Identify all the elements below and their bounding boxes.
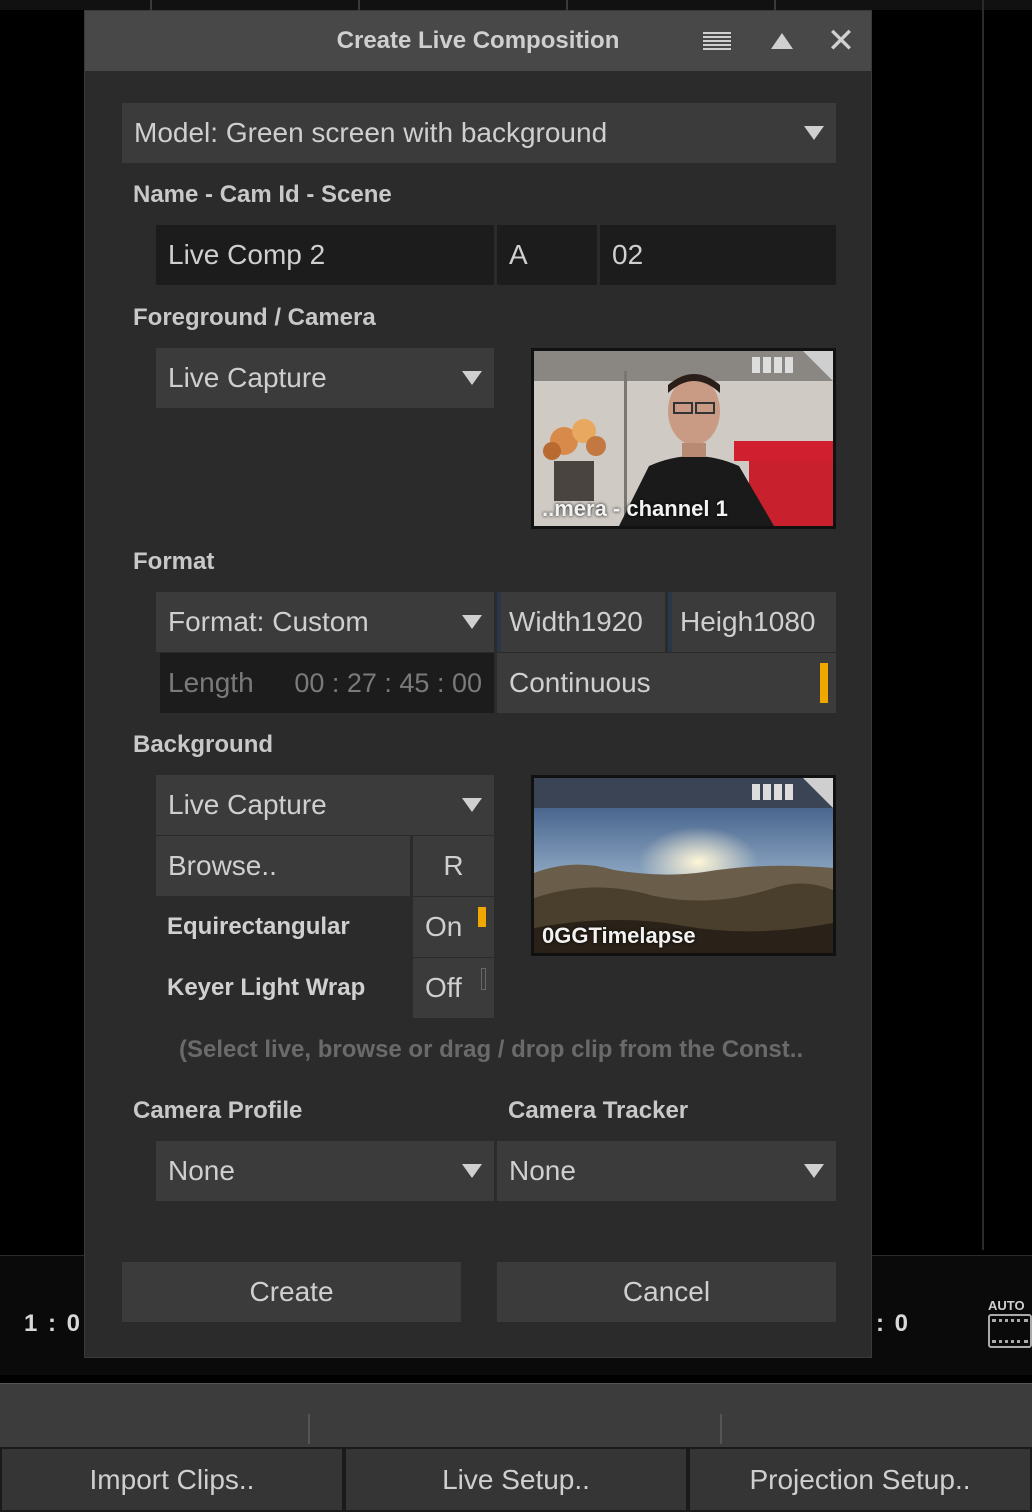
camera-tracker-value: None xyxy=(509,1155,576,1186)
equirect-toggle[interactable]: On xyxy=(413,897,494,957)
length-value: 00 : 27 : 45 : 00 xyxy=(294,667,482,698)
model-select-value: Model: Green screen with background xyxy=(134,117,608,148)
scene-value: 02 xyxy=(612,239,644,270)
continuous-label: Continuous xyxy=(509,667,651,698)
chevron-down-icon xyxy=(804,1164,824,1178)
width-value: 1920 xyxy=(580,606,643,637)
field-marker xyxy=(156,653,160,713)
close-icon[interactable]: ✕ xyxy=(825,24,857,58)
panel-divider xyxy=(308,1414,310,1444)
camera-profile-label: Camera Profile xyxy=(133,1097,303,1124)
foreground-source-value: Live Capture xyxy=(168,362,327,393)
ruler-tick xyxy=(358,0,360,10)
panel-divider xyxy=(720,1414,722,1444)
height-field[interactable]: Heigh 1080 xyxy=(668,592,836,652)
format-select-value: Format: Custom xyxy=(168,606,369,637)
timecode-left: 1 : 0 xyxy=(24,1310,83,1337)
chevron-down-icon xyxy=(462,1164,482,1178)
length-label: Length xyxy=(168,667,254,698)
cancel-button[interactable]: Cancel xyxy=(497,1262,836,1322)
height-value: 1080 xyxy=(753,606,816,637)
chevron-down-icon xyxy=(462,615,482,629)
background-divider xyxy=(982,0,984,1250)
foreground-source-select[interactable]: Live Capture xyxy=(156,348,494,408)
signal-bars-icon xyxy=(752,357,793,373)
menu-icon[interactable] xyxy=(701,25,733,57)
continuous-toggle[interactable]: Continuous xyxy=(497,653,836,713)
browse-button[interactable]: Browse.. xyxy=(156,836,410,896)
collapse-up-icon[interactable] xyxy=(766,25,798,57)
format-select[interactable]: Format: Custom xyxy=(156,592,494,652)
background-source-value: Live Capture xyxy=(168,789,327,820)
ruler-tick xyxy=(150,0,152,10)
camera-profile-select[interactable]: None xyxy=(156,1141,494,1201)
lightwrap-value: Off xyxy=(425,972,462,1003)
name-input[interactable]: Live Comp 2 xyxy=(156,225,494,285)
create-live-composition-dialog: Create Live Composition ✕ Model: Green s… xyxy=(84,10,872,1358)
field-marker xyxy=(497,592,501,652)
foreground-section-label: Foreground / Camera xyxy=(133,304,376,331)
camera-tracker-select[interactable]: None xyxy=(497,1141,836,1201)
auto-label: AUTO xyxy=(988,1298,1025,1313)
background-preview[interactable]: 0GGTimelapse xyxy=(531,775,836,956)
camera-tracker-label: Camera Tracker xyxy=(508,1097,689,1124)
live-setup-button[interactable]: Live Setup.. xyxy=(344,1447,688,1512)
cam-id-value: A xyxy=(509,239,528,270)
ruler-tick xyxy=(774,0,776,10)
ruler-tick xyxy=(566,0,568,10)
create-button[interactable]: Create xyxy=(122,1262,461,1322)
cam-id-input[interactable]: A xyxy=(497,225,597,285)
background-thumb-caption: 0GGTimelapse xyxy=(542,923,696,948)
chevron-down-icon xyxy=(462,798,482,812)
page-curl-icon[interactable] xyxy=(803,778,833,808)
equirect-value: On xyxy=(425,911,463,942)
continuous-indicator xyxy=(820,663,828,703)
bottom-toolbar: Import Clips.. Live Setup.. Projection S… xyxy=(0,1447,1032,1512)
dialog-titlebar[interactable]: Create Live Composition ✕ xyxy=(85,11,871,71)
name-section-label: Name - Cam Id - Scene xyxy=(133,181,392,208)
chevron-down-icon xyxy=(462,371,482,385)
lower-panel xyxy=(0,1383,1032,1447)
name-input-value: Live Comp 2 xyxy=(168,239,326,270)
import-clips-button[interactable]: Import Clips.. xyxy=(0,1447,344,1512)
projection-setup-button[interactable]: Projection Setup.. xyxy=(688,1447,1032,1512)
field-marker xyxy=(668,592,672,652)
lightwrap-indicator xyxy=(481,968,486,990)
browse-label: Browse.. xyxy=(168,850,277,881)
page-curl-icon[interactable] xyxy=(803,351,833,381)
drop-hint: (Select live, browse or drag / drop clip… xyxy=(179,1036,804,1063)
background-source-select[interactable]: Live Capture xyxy=(156,775,494,835)
length-field[interactable]: Length 00 : 27 : 45 : 00 xyxy=(156,653,494,713)
r-button[interactable]: R xyxy=(413,836,494,896)
film-strip-icon[interactable] xyxy=(988,1314,1032,1348)
equirect-label: Equirectangular xyxy=(167,913,350,940)
background-top-strip xyxy=(0,0,1032,10)
model-select[interactable]: Model: Green screen with background xyxy=(122,103,836,163)
scene-input[interactable]: 02 xyxy=(600,225,836,285)
foreground-thumb-caption: ..mera - channel 1 xyxy=(542,496,728,521)
chevron-down-icon xyxy=(804,126,824,140)
lightwrap-toggle[interactable]: Off xyxy=(413,958,494,1018)
r-label: R xyxy=(443,850,464,881)
timecode-right: : 0 xyxy=(876,1310,911,1337)
foreground-preview[interactable]: ..mera - channel 1 xyxy=(531,348,836,529)
format-section-label: Format xyxy=(133,548,215,575)
width-field[interactable]: Width 1920 xyxy=(497,592,665,652)
width-label: Width xyxy=(509,606,581,637)
signal-bars-icon xyxy=(752,784,793,800)
equirect-indicator xyxy=(478,907,486,927)
height-label: Heigh xyxy=(680,606,754,637)
camera-profile-value: None xyxy=(168,1155,235,1186)
background-section-label: Background xyxy=(133,731,274,758)
dialog-title: Create Live Composition xyxy=(336,27,620,54)
lightwrap-label: Keyer Light Wrap xyxy=(167,974,366,1001)
